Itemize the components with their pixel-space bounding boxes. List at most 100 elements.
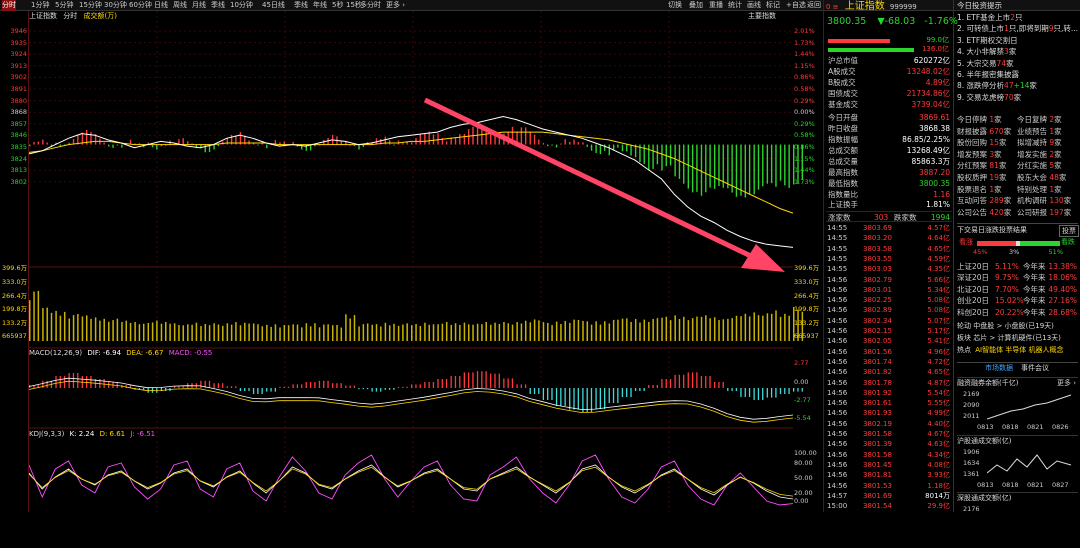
tip-row[interactable]: 8. 涨跌停分析47+14家 — [957, 80, 1037, 91]
event-left[interactable]: 股票退名 1家 — [957, 184, 1002, 195]
event-right[interactable]: 业绩预告 1家 — [1017, 126, 1062, 137]
toolbar-0[interactable]: 分时 — [2, 0, 16, 11]
macd-bar — [770, 388, 773, 398]
event-left[interactable]: 股份回购 15家 — [957, 137, 1006, 148]
event-right[interactable]: 增发实施 2家 — [1017, 149, 1062, 160]
macd-bar — [340, 383, 342, 388]
tip-row[interactable]: 4. 大小非解禁3家 — [957, 46, 1016, 57]
toolbar-17[interactable]: 更多 › — [386, 0, 405, 11]
event-left[interactable]: 公司公告 420家 — [957, 207, 1011, 218]
tick-row[interactable]: 14:55 3803.55 4.59亿 — [826, 255, 952, 264]
toolbar-right-2[interactable]: 重播 — [709, 0, 723, 11]
toolbar-right-0[interactable]: 切换 — [668, 0, 682, 11]
toolbar-1[interactable]: 1分钟 — [31, 0, 49, 11]
tick-row[interactable]: 14:56 3802.15 5.17亿 — [826, 327, 952, 336]
toolbar-13[interactable]: 年线 — [313, 0, 327, 11]
tab-market-data[interactable]: 市场数据 — [985, 363, 1013, 374]
tick-row[interactable]: 14:56 3802.05 5.41亿 — [826, 337, 952, 346]
toolbar-right-3[interactable]: 统计 — [728, 0, 742, 11]
tip-row[interactable]: 9. 交易龙虎榜70家 — [957, 92, 1021, 103]
tick-row[interactable]: 14:55 3803.20 4.64亿 — [826, 234, 952, 243]
event-left[interactable]: 分红预案 81家 — [957, 160, 1006, 171]
breadth-bar — [524, 127, 527, 145]
tip-row[interactable]: 5. 大宗交易74家 — [957, 58, 1014, 69]
event-left[interactable]: 财报披露 670家 — [957, 126, 1011, 137]
toolbar-16[interactable]: 多分时 — [360, 0, 381, 11]
tick-row[interactable]: 14:57 3801.69 8014万 — [826, 492, 952, 501]
toolbar-3[interactable]: 15分钟 — [79, 0, 102, 11]
toolbar-7[interactable]: 周线 — [173, 0, 187, 11]
toolbar-4[interactable]: 30分钟 — [104, 0, 127, 11]
tick-row[interactable]: 14:56 3801.39 4.63亿 — [826, 440, 952, 449]
toolbar-14[interactable]: 5秒 — [332, 0, 343, 11]
tick-row[interactable]: 14:56 3801.82 4.65亿 — [826, 368, 952, 377]
tick-row[interactable]: 14:56 3803.01 5.34亿 — [826, 286, 952, 295]
toolbar-12[interactable]: 季线 — [294, 0, 308, 11]
toolbar-right-6[interactable]: +自选 — [786, 0, 806, 11]
toolbar-right-1[interactable]: 叠加 — [689, 0, 703, 11]
tick-row[interactable]: 14:56 3801.78 4.87亿 — [826, 379, 952, 388]
tick-row[interactable]: 14:55 3803.69 4.57亿 — [826, 224, 952, 233]
event-right[interactable]: 特别处理 1家 — [1017, 184, 1062, 195]
tick-row[interactable]: 14:55 3803.58 4.65亿 — [826, 245, 952, 254]
event-right[interactable]: 今日复牌 2家 — [1017, 114, 1062, 125]
tick-row[interactable]: 14:56 3801.56 4.96亿 — [826, 348, 952, 357]
tip-row[interactable]: 6. 半年报密集披露 — [957, 69, 1019, 80]
tick-row[interactable]: 14:56 3801.74 4.72亿 — [826, 358, 952, 367]
event-left[interactable]: 互动问答 289家 — [957, 195, 1011, 206]
macd-bar — [358, 388, 360, 390]
stat-row: 指数振幅 86.85/2.25% — [826, 135, 952, 145]
toolbar-9[interactable]: 季线 — [211, 0, 225, 11]
event-label: 特别处理 — [1017, 184, 1047, 194]
event-right[interactable]: 机构调研 130家 — [1017, 195, 1071, 206]
macd-bar — [261, 388, 263, 394]
toolbar-2[interactable]: 5分钟 — [55, 0, 73, 11]
tip-row[interactable]: 1. ETF基金上市2只 — [957, 12, 1022, 23]
tick-row[interactable]: 14:56 3801.58 4.67亿 — [826, 430, 952, 439]
tick-row[interactable]: 14:56 3802.79 5.66亿 — [826, 276, 952, 285]
tick-row[interactable]: 14:56 3802.89 5.08亿 — [826, 306, 952, 315]
tick-row[interactable]: 14:56 3801.45 4.08亿 — [826, 461, 952, 470]
tick-row[interactable]: 15:00 3801.54 29.9亿 — [826, 502, 952, 511]
tip-row[interactable]: 2. 可转债上市1只,即将到期9只,转... — [957, 23, 1078, 34]
tick-volume: 5.54亿 — [927, 388, 950, 397]
toolbar-right-7[interactable]: 返回 — [807, 0, 821, 11]
event-right[interactable]: 公司研报 197家 — [1017, 207, 1071, 218]
tip-text: ETF基金上市 — [966, 13, 1011, 22]
tip-row[interactable]: 3. ETF期权交割日 — [957, 35, 1018, 46]
vote-button[interactable]: 投票 — [1059, 225, 1079, 237]
toolbar-6[interactable]: 日线 — [154, 0, 168, 11]
macd-bar — [454, 376, 457, 388]
event-right[interactable]: 拟增减持 9家 — [1017, 137, 1062, 148]
event-left[interactable]: 增发预案 3家 — [957, 149, 1002, 160]
tick-row[interactable]: 14:56 3801.61 5.55亿 — [826, 399, 952, 408]
stat-label: 总成交量 — [828, 157, 858, 166]
tick-row[interactable]: 14:56 3802.19 4.40亿 — [826, 420, 952, 429]
tick-row[interactable]: 14:56 3802.34 5.07亿 — [826, 317, 952, 326]
volume-bar — [226, 323, 229, 341]
event-unit: 家 — [1063, 207, 1072, 217]
event-left[interactable]: 今日停牌 1家 — [957, 114, 1002, 125]
ratio-bar-up — [828, 39, 890, 43]
tab-events[interactable]: 事件会议 — [1021, 363, 1049, 374]
toolbar-right-5[interactable]: 标记 — [766, 0, 780, 11]
toolbar-5[interactable]: 60分钟 — [129, 0, 152, 11]
tick-row[interactable]: 14:56 3801.92 5.54亿 — [826, 389, 952, 398]
toolbar-10[interactable]: 10分钟 — [230, 0, 253, 11]
volume-bar — [244, 322, 246, 341]
event-right[interactable]: 分红实施 5家 — [1017, 160, 1062, 171]
tick-row[interactable]: 14:56 3801.81 3.93亿 — [826, 471, 952, 480]
tick-row[interactable]: 14:55 3803.03 4.35亿 — [826, 265, 952, 274]
event-left[interactable]: 股权质押 19家 — [957, 172, 1006, 183]
tick-row[interactable]: 14:56 3801.58 4.34亿 — [826, 451, 952, 460]
toolbar-11[interactable]: 45日线 — [262, 0, 285, 11]
mini-series — [987, 454, 1072, 474]
toolbar-right-4[interactable]: 画线 — [747, 0, 761, 11]
toolbar-8[interactable]: 月线 — [192, 0, 206, 11]
mini-more[interactable]: 更多 › — [1057, 378, 1076, 388]
tick-row[interactable]: 14:56 3801.53 1.18亿 — [826, 482, 952, 491]
tick-row[interactable]: 14:56 3801.93 4.99亿 — [826, 409, 952, 418]
volume-bar — [129, 322, 132, 341]
event-right[interactable]: 股东大会 48家 — [1017, 172, 1066, 183]
tick-row[interactable]: 14:56 3802.25 5.08亿 — [826, 296, 952, 305]
